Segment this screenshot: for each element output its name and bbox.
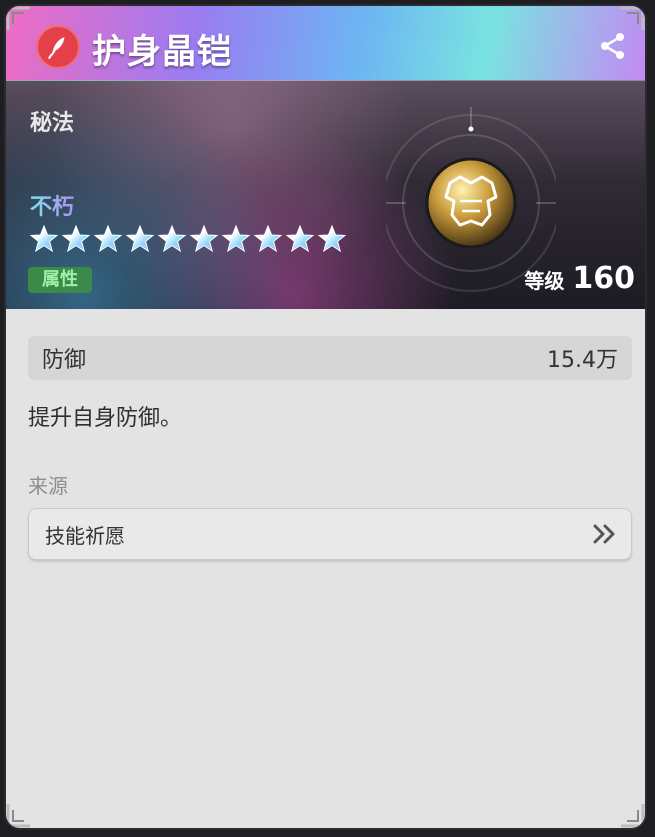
- title-bar: 护身晶铠: [6, 6, 645, 80]
- item-title: 护身晶铠: [92, 32, 232, 72]
- stat-row: 防御 15.4万: [28, 336, 632, 380]
- star-icon: [157, 224, 187, 253]
- attribute-badge: 属性: [28, 267, 92, 293]
- level-label: 等级: [524, 269, 565, 293]
- share-icon[interactable]: [597, 30, 629, 62]
- star-icon: [93, 224, 123, 253]
- star-icon: [29, 224, 59, 253]
- source-label: 技能祈愿: [45, 523, 125, 548]
- item-description: 提升自身防御。: [28, 406, 183, 431]
- star-icon: [253, 224, 283, 253]
- star-icon: [221, 224, 251, 253]
- star-icon: [285, 224, 315, 253]
- stat-name: 防御: [42, 348, 87, 373]
- rarity-label: 不朽: [30, 189, 74, 221]
- item-type: 秘法: [30, 111, 75, 136]
- star-icon: [189, 224, 219, 253]
- source-heading: 来源: [28, 474, 68, 498]
- double-chevron-right-icon: [593, 524, 615, 544]
- star-icon: [317, 224, 347, 253]
- stat-value: 15.4万: [547, 348, 618, 373]
- star-icon: [61, 224, 91, 253]
- frame-corner-bottom-left: [6, 802, 32, 828]
- item-banner: 秘法 不朽 属性 等级 160: [6, 80, 645, 309]
- quill-icon: [36, 25, 80, 69]
- item-detail-card: 护身晶铠 秘法 不朽 属性 等级 160 防御 15.4万 提升自身防御。 来源…: [4, 4, 647, 830]
- level-value: 160: [572, 261, 635, 296]
- star-rating: [28, 223, 348, 255]
- star-icon: [125, 224, 155, 253]
- frame-corner-top-right: [619, 6, 645, 32]
- frame-corner-bottom-right: [619, 802, 645, 828]
- level-display: 等级 160: [524, 261, 635, 296]
- frame-corner-top-left: [6, 6, 32, 32]
- source-link-button[interactable]: 技能祈愿: [28, 508, 632, 560]
